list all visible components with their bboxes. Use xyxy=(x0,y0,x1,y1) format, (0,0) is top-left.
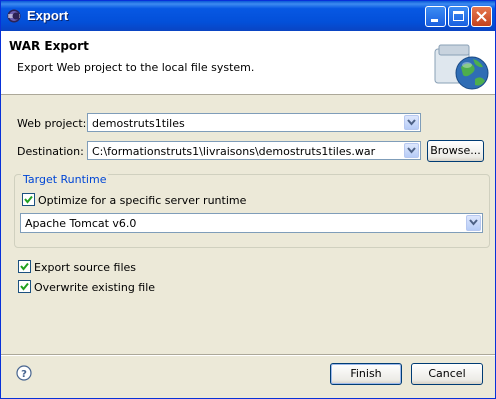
minimize-icon xyxy=(431,19,438,22)
export-source-label[interactable]: Export source files xyxy=(34,261,136,274)
war-export-globe-icon xyxy=(434,44,489,90)
banner-title: WAR Export xyxy=(9,39,89,53)
banner-description: Export Web project to the local file sys… xyxy=(17,61,255,74)
server-runtime-value: Apache Tomcat v6.0 xyxy=(25,217,137,230)
optimize-runtime-label[interactable]: Optimize for a specific server runtime xyxy=(38,194,246,207)
title-bar[interactable]: Export xyxy=(1,1,495,31)
minimize-button[interactable] xyxy=(425,6,446,27)
web-project-label: Web project: xyxy=(17,117,87,130)
overwrite-file-checkbox[interactable] xyxy=(18,280,31,293)
server-runtime-select[interactable]: Apache Tomcat v6.0 xyxy=(20,213,483,233)
web-project-combo[interactable]: demostruts1tiles xyxy=(87,113,421,132)
cancel-button[interactable]: Cancel xyxy=(411,363,483,385)
server-runtime-dropdown-button[interactable] xyxy=(466,215,481,231)
close-button[interactable] xyxy=(471,6,492,27)
destination-label: Destination: xyxy=(17,145,84,158)
help-icon[interactable]: ? xyxy=(16,365,32,381)
footer-separator xyxy=(1,354,495,356)
chevron-down-icon xyxy=(407,147,416,154)
finish-button[interactable]: Finish xyxy=(330,363,402,385)
chevron-down-icon xyxy=(407,119,416,126)
optimize-runtime-checkbox[interactable] xyxy=(22,193,35,206)
export-dialog: Export WAR Export Export Web project to … xyxy=(0,0,496,399)
destination-value: C:\formationstruts1\livraisons\demostrut… xyxy=(92,145,376,158)
overwrite-file-label[interactable]: Overwrite existing file xyxy=(34,281,155,294)
web-project-dropdown-button[interactable] xyxy=(404,115,419,130)
browse-button[interactable]: Browse... xyxy=(427,140,484,162)
wizard-banner: WAR Export Export Web project to the loc… xyxy=(1,31,495,95)
check-mark-icon xyxy=(24,195,33,204)
web-project-value: demostruts1tiles xyxy=(92,117,185,130)
check-mark-icon xyxy=(20,262,29,271)
maximize-button[interactable] xyxy=(448,6,469,27)
destination-combo[interactable]: C:\formationstruts1\livraisons\demostrut… xyxy=(87,141,421,160)
check-mark-icon xyxy=(20,282,29,291)
svg-text:?: ? xyxy=(21,369,27,380)
export-source-checkbox[interactable] xyxy=(18,260,31,273)
maximize-icon xyxy=(453,11,464,21)
window-title: Export xyxy=(27,8,69,23)
chevron-down-icon xyxy=(469,219,478,226)
close-icon xyxy=(476,11,487,22)
destination-dropdown-button[interactable] xyxy=(404,143,419,158)
eclipse-icon xyxy=(7,9,21,23)
target-runtime-legend: Target Runtime xyxy=(21,173,109,186)
